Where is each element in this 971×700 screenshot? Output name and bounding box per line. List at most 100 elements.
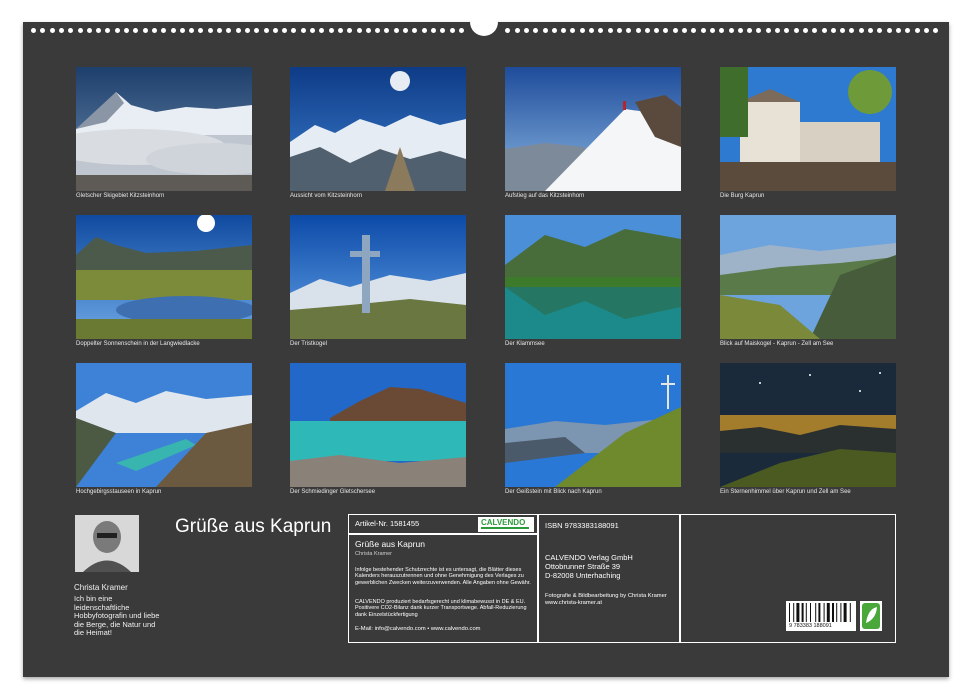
binding-hole <box>263 28 269 33</box>
info-author: Christa Kramer <box>355 551 392 557</box>
binding-hole <box>728 28 734 33</box>
binding-hole <box>68 28 74 33</box>
author-bio: Ich bin eine leidenschaftliche Hobbyfoto… <box>74 594 160 638</box>
binding-hole <box>886 28 892 33</box>
binding-hole <box>412 28 418 33</box>
caption-2: Aussicht vom Kitzsteinhorn <box>290 193 363 199</box>
caption-11: Der Geißstein mit Blick nach Kaprun <box>505 489 602 495</box>
info-title: Grüße aus Kaprun <box>355 539 425 549</box>
binding-hole <box>217 28 222 33</box>
binding-hole <box>812 28 818 33</box>
binding-hole <box>830 28 836 33</box>
barcode-bar <box>805 603 807 622</box>
binding-hole <box>375 28 381 33</box>
photo-klammsee <box>505 215 681 339</box>
binding-hole <box>272 28 278 33</box>
binding-hole <box>858 28 864 33</box>
binding-hole <box>207 28 213 33</box>
binding-hole <box>747 28 753 33</box>
binding-hole <box>765 28 771 33</box>
binding-hole <box>905 28 911 33</box>
barcode-bar <box>796 603 800 622</box>
barcode-bar <box>832 603 834 622</box>
binding-hole <box>551 28 557 33</box>
caption-8: Blick auf Maiskogel - Kaprun - Zell am S… <box>720 341 834 347</box>
production-notice: CALVENDO produziert bedarfsgerecht und k… <box>355 599 527 618</box>
binding-hole <box>198 28 204 33</box>
binding-hole <box>682 28 687 33</box>
barcode-bar <box>836 603 838 622</box>
binding-hole <box>77 28 83 33</box>
photo-glacier-ski-area <box>76 67 252 191</box>
binding-hole <box>514 28 520 33</box>
binding-hole <box>384 28 390 33</box>
binding-hole <box>784 28 790 33</box>
photo-credits: Fotografie & Bildbearbeitung by Christa … <box>545 593 667 606</box>
binding-hole <box>533 28 539 33</box>
binding-hole <box>365 28 371 33</box>
binding-hole <box>244 28 250 33</box>
binding-hole <box>58 28 64 33</box>
caption-1: Gletscher Skigebiet Kitzsteinhorn <box>76 193 165 199</box>
binding-hole <box>523 28 529 33</box>
barcode: 9 783383 188091 <box>786 601 856 631</box>
binding-hole <box>895 28 901 33</box>
binding-hole <box>868 28 873 33</box>
caption-9: Hochgebirgsstauseen in Kaprun <box>76 489 162 495</box>
binding-hole <box>775 28 780 33</box>
eco-leaf-icon <box>860 601 882 631</box>
publisher-street: Ottobrunner Straße 39 <box>545 562 621 571</box>
calvendo-logo: CALVENDO <box>478 517 534 532</box>
barcode-bar <box>815 603 817 622</box>
binding-hole <box>663 28 669 33</box>
binding-hole <box>161 28 167 33</box>
photo-castle-kaprun <box>720 67 896 191</box>
binding-hole <box>430 28 436 33</box>
binding-hole <box>142 28 148 33</box>
binding-hole <box>49 28 55 33</box>
binding-hole <box>421 28 427 33</box>
author-name: Christa Kramer <box>74 583 128 592</box>
publisher-name: CALVENDO Verlag GmbH <box>545 553 633 562</box>
binding-hole <box>635 28 641 33</box>
binding-hole <box>719 28 725 33</box>
binding-hole <box>626 28 632 33</box>
barcode-bar <box>818 603 821 622</box>
binding-hole <box>440 28 446 33</box>
binding-hole <box>114 28 120 33</box>
binding-hole <box>579 28 585 33</box>
binding-hole <box>151 28 157 33</box>
binding-hole <box>347 28 353 33</box>
binding-hole <box>644 28 650 33</box>
binding-hole <box>756 28 762 33</box>
binding-hole <box>282 28 288 33</box>
binding-hole <box>403 28 408 33</box>
barcode-bar <box>810 603 811 622</box>
binding-hole <box>598 28 604 33</box>
barcode-bar <box>849 603 851 622</box>
binding-hole <box>849 28 855 33</box>
binding-hole <box>616 28 622 33</box>
binding-hole <box>226 28 232 33</box>
barcode-bar <box>826 603 830 622</box>
photo-starry-sky <box>720 363 896 487</box>
barcode-bar <box>793 603 795 622</box>
binding-hole <box>319 28 325 33</box>
binding-hole <box>561 28 567 33</box>
caption-6: Der Tristkogel <box>290 341 328 347</box>
barcode-bar <box>789 603 790 622</box>
binding-hole <box>840 28 846 33</box>
binding-hole <box>133 28 139 33</box>
barcode-bar <box>840 603 842 622</box>
calendar-title: Grüße aus Kaprun <box>175 516 332 537</box>
binding-hole <box>254 28 260 33</box>
caption-5: Doppelter Sonnenschein in der Langwiedla… <box>76 341 200 347</box>
article-number: Artikel-Nr. 1581455 <box>355 519 420 528</box>
publisher-city: D-82008 Unterhaching <box>545 571 621 580</box>
binding-hole <box>542 28 548 33</box>
barcode-bar <box>801 603 804 622</box>
binding-hole <box>124 28 129 33</box>
binding-hole <box>691 28 697 33</box>
photo-high-reservoirs <box>76 363 252 487</box>
photo-double-sunshine <box>76 215 252 339</box>
